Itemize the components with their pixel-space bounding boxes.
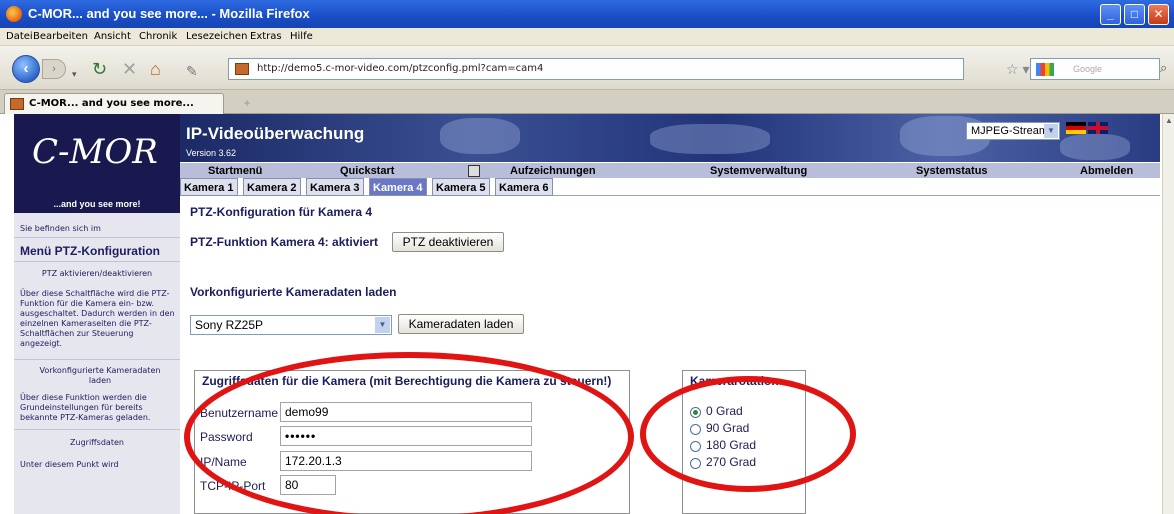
menu-lesezeichen[interactable]: Lesezeichen bbox=[186, 31, 247, 42]
sidebar-section-text: Über diese Schaltfläche wird die PTZ-Fun… bbox=[20, 289, 175, 348]
home-icon[interactable]: ⌂ bbox=[150, 59, 161, 79]
stop-icon[interactable]: ✕ bbox=[122, 59, 137, 79]
camera-model-select[interactable]: Sony RZ25P ▼ bbox=[190, 315, 392, 335]
reload-icon[interactable]: ↻ bbox=[92, 59, 107, 79]
rotation-legend: Kamerarotation bbox=[688, 374, 781, 388]
rotation-0-radio[interactable] bbox=[690, 407, 701, 418]
tab-cmor[interactable]: C-MOR... and you see more... bbox=[4, 93, 224, 114]
forward-button[interactable]: › bbox=[42, 59, 66, 79]
ptz-deactivate-button[interactable]: PTZ deaktivieren bbox=[392, 232, 504, 252]
sidebar-section-title: Vorkonfigurierte Kameradaten laden bbox=[39, 366, 161, 385]
sidebar-section-text: Unter diesem Punkt wird bbox=[20, 460, 119, 469]
ip-label: IP/Name bbox=[200, 455, 247, 469]
tab-favicon-icon bbox=[10, 98, 24, 110]
stream-select-value: MJPEG-Stream bbox=[971, 125, 1049, 137]
addon-icon[interactable]: ✎ bbox=[186, 61, 198, 81]
url-bar[interactable]: http://demo5.c-mor-video.com/ptzconfig.p… bbox=[228, 58, 964, 80]
preconfig-title: Vorkonfigurierte Kameradaten laden bbox=[190, 285, 397, 299]
menu-startmenu[interactable]: Startmenü bbox=[208, 165, 262, 177]
navigation-toolbar: ‹ › ▾ ↻ ✕ ⌂ ✎ http://demo5.c-mor-video.c… bbox=[0, 46, 1174, 90]
english-flag-icon[interactable] bbox=[1088, 122, 1108, 134]
ip-field[interactable]: 172.20.1.3 bbox=[280, 451, 532, 471]
username-label: Benutzername bbox=[200, 406, 279, 420]
tab-bar: C-MOR... and you see more... + bbox=[0, 90, 1174, 114]
tab-kamera-1[interactable]: Kamera 1 bbox=[180, 178, 238, 196]
page-viewport: C-MOR ...and you see more! IP-Videoüberw… bbox=[0, 114, 1174, 514]
tagline: ...and you see more! bbox=[14, 196, 180, 213]
sidebar-section-text: Über diese Funktion werden die Grundeins… bbox=[20, 393, 151, 422]
sidebar-section-title: PTZ aktivieren/deaktivieren bbox=[41, 269, 153, 278]
new-tab-button[interactable]: + bbox=[236, 96, 258, 112]
menu-chronik[interactable]: Chronik bbox=[139, 31, 177, 42]
sidebar-menu-title: Menü PTZ-Konfiguration bbox=[20, 244, 160, 258]
rotation-180-label: 180 Grad bbox=[706, 438, 757, 452]
logo-area: C-MOR bbox=[14, 114, 180, 196]
search-placeholder: Google bbox=[1073, 64, 1103, 74]
menu-systemstatus[interactable]: Systemstatus bbox=[916, 165, 988, 177]
close-window-button[interactable]: ✕ bbox=[1148, 4, 1169, 25]
search-box[interactable]: Google bbox=[1030, 58, 1160, 80]
scroll-up-icon[interactable]: ▲ bbox=[1164, 116, 1174, 125]
ptz-config-content: PTZ-Konfiguration für Kamera 4 PTZ-Funkt… bbox=[186, 196, 1156, 514]
load-camera-data-button[interactable]: Kameradaten laden bbox=[398, 314, 524, 334]
sidebar-section-title: Zugriffsdaten bbox=[70, 438, 124, 447]
password-field[interactable]: •••••• bbox=[280, 426, 532, 446]
version-label: Version 3.62 bbox=[186, 148, 237, 158]
google-icon bbox=[1036, 63, 1054, 76]
port-label: TCP-IP-Port bbox=[200, 479, 266, 493]
search-icon[interactable]: ⌕ bbox=[1160, 60, 1167, 76]
rotation-180-radio[interactable] bbox=[690, 441, 701, 452]
bookmark-star-icon[interactable]: ☆ ▾ bbox=[1006, 61, 1029, 78]
vertical-scrollbar[interactable]: ▲ bbox=[1162, 114, 1174, 514]
stream-select[interactable]: MJPEG-Stream ▼ bbox=[966, 122, 1060, 140]
location-text: Sie befinden sich im bbox=[20, 224, 101, 233]
rotation-90-radio[interactable] bbox=[690, 424, 701, 435]
chevron-down-icon: ▼ bbox=[1044, 124, 1058, 138]
maximize-button[interactable]: □ bbox=[1124, 4, 1145, 25]
tab-kamera-6[interactable]: Kamera 6 bbox=[495, 178, 553, 196]
window-titlebar: C-MOR... and you see more... - Mozilla F… bbox=[0, 0, 1174, 28]
menu-hilfe[interactable]: Hilfe bbox=[290, 31, 313, 42]
menu-bearbeiten[interactable]: Bearbeiten bbox=[33, 31, 88, 42]
username-field[interactable]: demo99 bbox=[280, 402, 532, 422]
tab-kamera-5[interactable]: Kamera 5 bbox=[432, 178, 490, 196]
menu-ansicht[interactable]: Ansicht bbox=[94, 31, 131, 42]
port-field[interactable]: 80 bbox=[280, 475, 336, 495]
german-flag-icon[interactable] bbox=[1066, 122, 1086, 134]
access-data-legend: Zugriffsdaten für die Kamera (mit Berech… bbox=[200, 374, 614, 388]
tab-kamera-2[interactable]: Kamera 2 bbox=[243, 178, 301, 196]
main-menu: Startmenü Quickstart Aufzeichnungen Syst… bbox=[180, 162, 1160, 178]
window-title: C-MOR... and you see more... - Mozilla F… bbox=[28, 6, 310, 21]
menu-abmelden[interactable]: Abmelden bbox=[1080, 165, 1133, 177]
menu-aufzeichnungen[interactable]: Aufzeichnungen bbox=[510, 165, 596, 177]
firefox-icon bbox=[6, 6, 22, 22]
menu-extras[interactable]: Extras bbox=[250, 31, 282, 42]
startmenu-toggle-icon[interactable] bbox=[468, 165, 480, 177]
menu-quickstart[interactable]: Quickstart bbox=[340, 165, 394, 177]
help-sidebar: Sie befinden sich im Menü PTZ-Konfigurat… bbox=[14, 213, 180, 514]
rotation-270-radio[interactable] bbox=[690, 458, 701, 469]
tab-kamera-3[interactable]: Kamera 3 bbox=[306, 178, 364, 196]
url-text[interactable]: http://demo5.c-mor-video.com/ptzconfig.p… bbox=[257, 63, 543, 74]
tab-title: C-MOR... and you see more... bbox=[29, 98, 194, 109]
menubar: Datei Bearbeiten Ansicht Chronik Lesezei… bbox=[0, 28, 1174, 46]
site-favicon-icon bbox=[235, 63, 249, 75]
minimize-button[interactable]: _ bbox=[1100, 4, 1121, 25]
camera-tabs: Kamera 1 Kamera 2 Kamera 3 Kamera 4 Kame… bbox=[180, 178, 1160, 196]
rotation-0-label: 0 Grad bbox=[706, 404, 743, 418]
menu-datei[interactable]: Datei bbox=[6, 31, 33, 42]
rotation-270-label: 270 Grad bbox=[706, 455, 757, 469]
chevron-down-icon: ▼ bbox=[375, 317, 390, 333]
history-dropdown-icon[interactable]: ▾ bbox=[72, 64, 77, 84]
back-button[interactable]: ‹ bbox=[12, 55, 40, 83]
camera-model-value: Sony RZ25P bbox=[195, 318, 264, 332]
app-title: IP-Videoüberwachung bbox=[186, 124, 365, 143]
page-title: PTZ-Konfiguration für Kamera 4 bbox=[190, 205, 373, 219]
cmor-logo: C-MOR bbox=[32, 132, 158, 172]
rotation-90-label: 90 Grad bbox=[706, 421, 750, 435]
password-label: Password bbox=[200, 430, 253, 444]
ptz-status: PTZ-Funktion Kamera 4: aktiviert bbox=[190, 235, 379, 249]
tab-kamera-4[interactable]: Kamera 4 bbox=[369, 178, 427, 196]
menu-systemverwaltung[interactable]: Systemverwaltung bbox=[710, 165, 807, 177]
